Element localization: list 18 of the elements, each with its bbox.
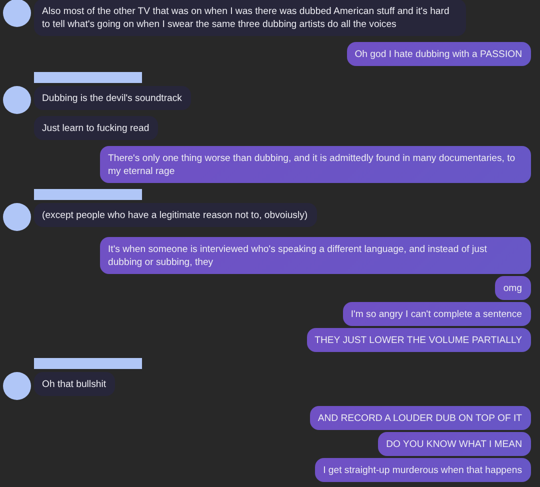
avatar <box>3 86 31 114</box>
message-bubble: I get straight-up murderous when that happens <box>315 458 531 482</box>
message-bubble: AND RECORD A LOUDER DUB ON TOP OF IT <box>310 406 531 430</box>
message-bubble: DO YOU KNOW WHAT I MEAN <box>378 432 531 456</box>
message-bubble: It's when someone is interviewed who's speaking a different language, and instead of just dubbing or subbing, they <box>100 237 531 274</box>
message-bubble: Dubbing is the devil's soundtrack <box>34 86 191 110</box>
message-bubble: Also most of the other TV that was on when I was there was dubbed American stuff and it's hard to tell what's going on when I swear the same three dubbing artists do all the voices <box>34 0 466 36</box>
message-bubble: omg <box>495 276 531 300</box>
message-bubble: Oh god I hate dubbing with a PASSION <box>346 42 531 66</box>
message-bubble: Just learn to fucking read <box>34 116 158 140</box>
avatar <box>3 372 31 400</box>
message-bubble: There's only one thing worse than dubbing, and it is admittedly found in many documentaries, to my eternal rage <box>100 146 531 183</box>
avatar <box>3 0 31 27</box>
message-bubble: Oh that bullshit <box>34 372 115 396</box>
message-bubble: I'm so angry I can't complete a sentence <box>342 302 531 326</box>
message-bubble: THEY JUST LOWER THE VOLUME PARTIALLY <box>306 328 531 352</box>
message-bubble: (except people who have a legitimate reason not to, obvoiusly) <box>34 203 317 227</box>
avatar <box>3 203 31 231</box>
